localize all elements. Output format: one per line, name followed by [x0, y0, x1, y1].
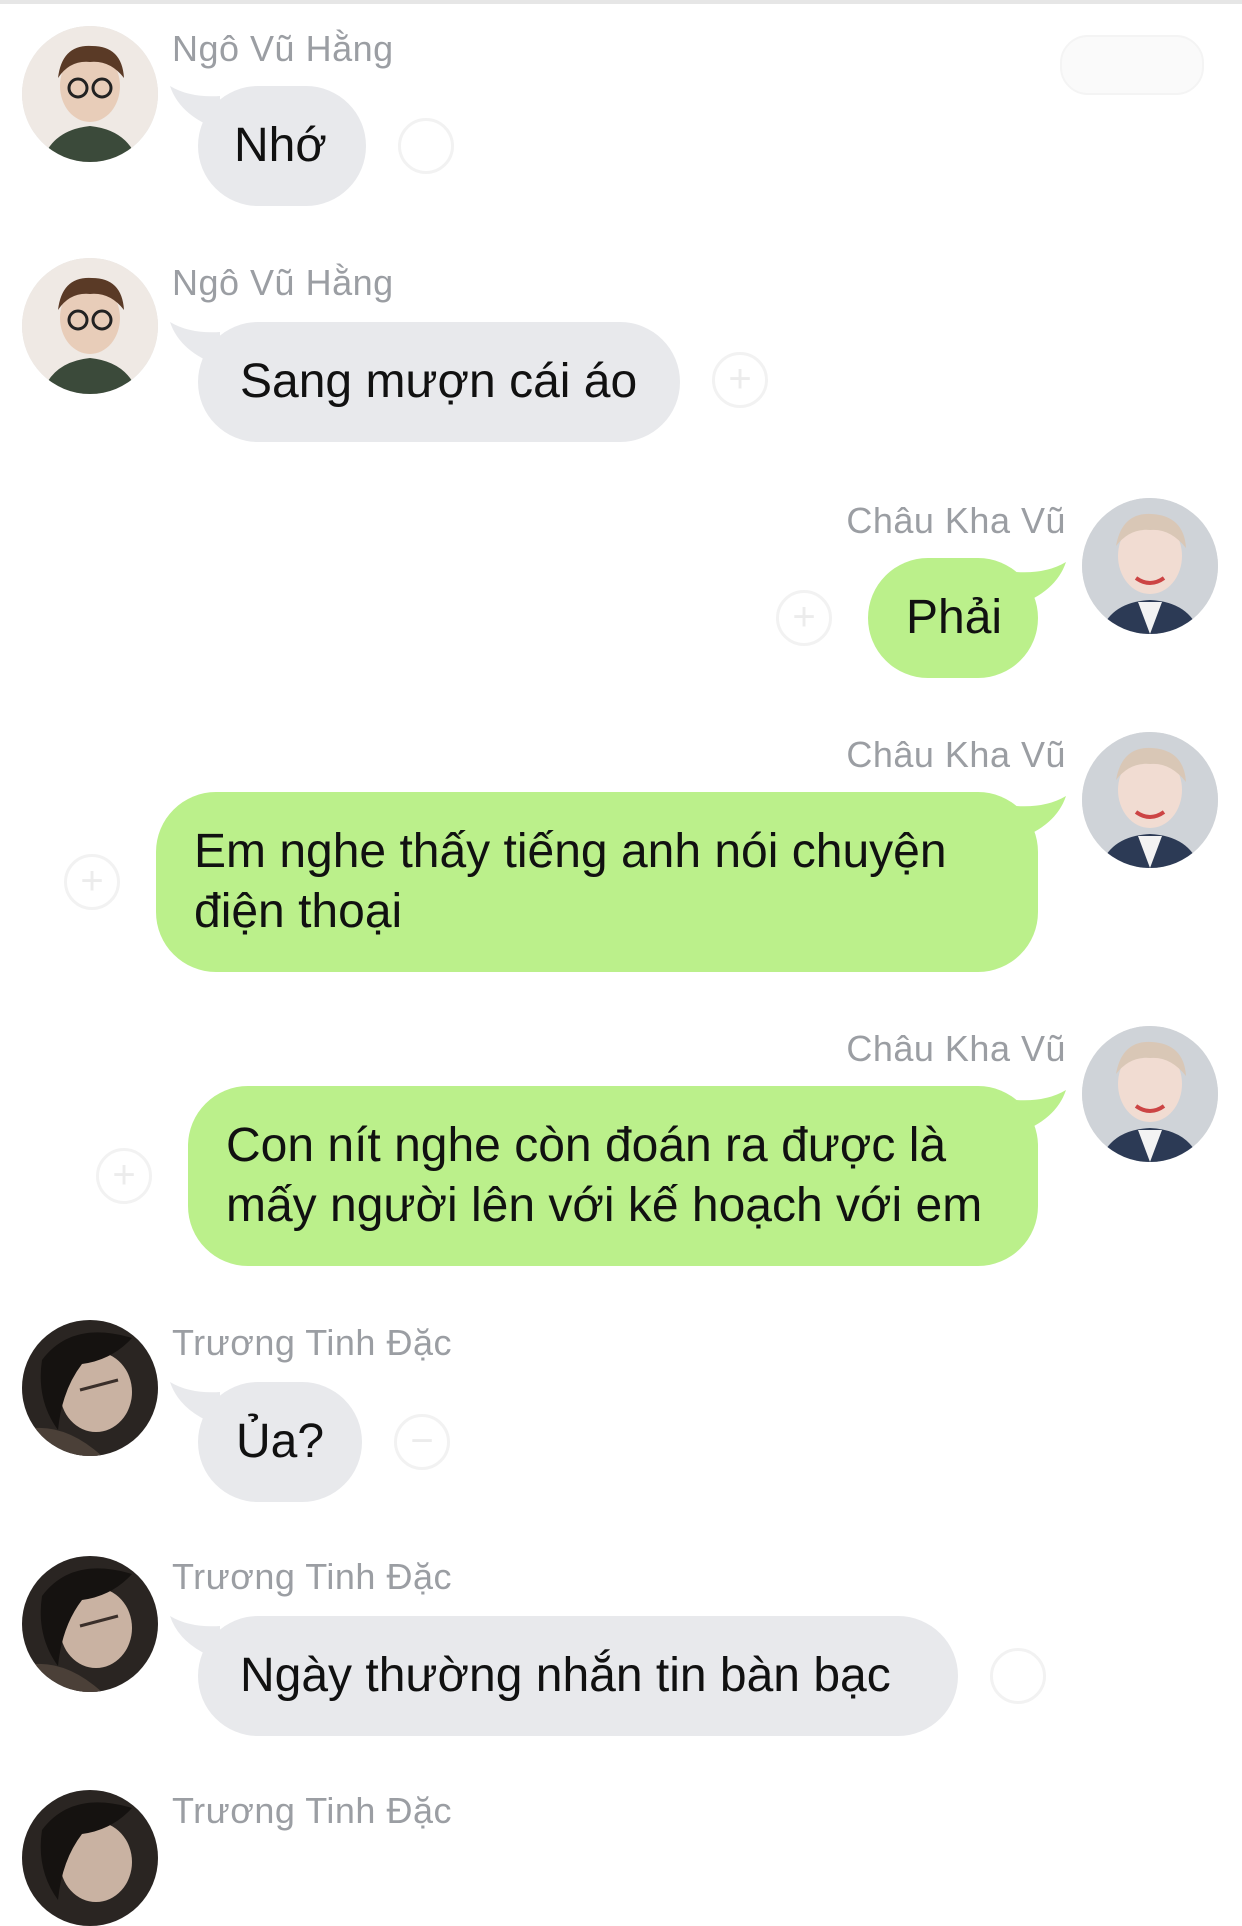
- sender-name: Châu Kha Vũ: [846, 734, 1066, 775]
- add-reaction-icon[interactable]: [398, 118, 454, 174]
- add-reaction-icon[interactable]: +: [64, 854, 120, 910]
- message-bubble[interactable]: Con nít nghe còn đoán ra được là mấy ngư…: [188, 1086, 1038, 1266]
- avatar[interactable]: [22, 258, 158, 394]
- sender-name: Ngô Vũ Hằng: [172, 262, 394, 303]
- avatar[interactable]: [22, 1790, 158, 1926]
- sender-name: Ngô Vũ Hằng: [172, 28, 394, 69]
- faded-header-pill: [1060, 35, 1204, 95]
- avatar[interactable]: [1082, 732, 1218, 868]
- message-bubble[interactable]: Em nghe thấy tiếng anh nói chuyện điện t…: [156, 792, 1038, 972]
- avatar[interactable]: [22, 1320, 158, 1456]
- sender-name: Trương Tinh Đặc: [172, 1322, 452, 1363]
- avatar[interactable]: [22, 26, 158, 162]
- message-bubble[interactable]: Ngày thường nhắn tin bàn bạc: [198, 1616, 958, 1736]
- avatar[interactable]: [22, 1556, 158, 1692]
- add-reaction-icon[interactable]: [990, 1648, 1046, 1704]
- add-reaction-icon[interactable]: −: [394, 1414, 450, 1470]
- sender-name: Trương Tinh Đặc: [172, 1556, 452, 1597]
- top-divider: [0, 0, 1242, 4]
- sender-name: Châu Kha Vũ: [846, 500, 1066, 541]
- avatar[interactable]: [1082, 1026, 1218, 1162]
- add-reaction-icon[interactable]: +: [712, 352, 768, 408]
- message-bubble[interactable]: Phải: [868, 558, 1038, 678]
- avatar[interactable]: [1082, 498, 1218, 634]
- add-reaction-icon[interactable]: +: [96, 1148, 152, 1204]
- message-bubble[interactable]: Sang mượn cái áo: [198, 322, 680, 442]
- sender-name: Châu Kha Vũ: [846, 1028, 1066, 1069]
- sender-name: Trương Tinh Đặc: [172, 1790, 452, 1831]
- message-bubble[interactable]: Nhớ: [198, 86, 366, 206]
- message-bubble[interactable]: Ủa?: [198, 1382, 362, 1502]
- add-reaction-icon[interactable]: +: [776, 590, 832, 646]
